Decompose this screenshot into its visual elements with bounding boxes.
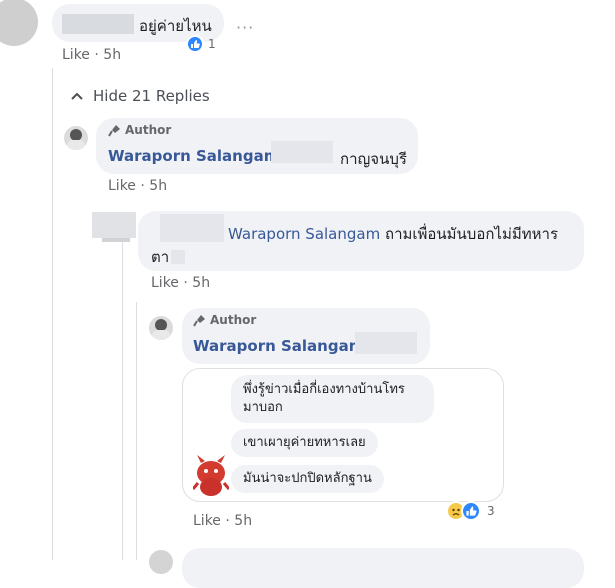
author-badge: Author <box>193 313 256 327</box>
blurred-tag <box>271 141 333 163</box>
chevron-up-icon <box>71 92 83 100</box>
blurred-text <box>171 250 186 264</box>
reply-bubble <box>182 548 584 588</box>
avatar[interactable] <box>149 316 173 340</box>
avatar[interactable] <box>64 126 88 150</box>
like-link[interactable]: Like <box>151 275 179 291</box>
reply-actions: Like · 5h <box>108 178 168 194</box>
sticker-character-icon <box>191 453 231 497</box>
blurred-avatar-area <box>92 212 136 238</box>
timestamp[interactable]: 5h <box>149 178 167 194</box>
blurred-name <box>62 14 134 34</box>
commenter-name[interactable]: Waraporn Salangam <box>108 147 279 165</box>
like-reaction-icon <box>461 501 481 521</box>
author-badge: Author <box>108 123 171 137</box>
reply-actions: Like · 5h <box>151 275 211 291</box>
more-options-icon[interactable]: ··· <box>236 18 254 37</box>
timestamp[interactable]: 5h <box>103 47 121 63</box>
reply-actions: Like · 5h <box>193 513 253 529</box>
like-reaction-icon <box>186 35 204 53</box>
thread-line-nested <box>122 212 123 560</box>
timestamp[interactable]: 5h <box>192 275 210 291</box>
comment-actions: Like · 5h <box>62 47 122 63</box>
commenter-name[interactable]: Waraporn Salangam <box>193 337 364 355</box>
reply-text-line2: ตา <box>151 245 186 269</box>
reply-text-line1: Waraporn Salangam ถามเพื่อนมันบอกไม่มีทห… <box>228 225 558 243</box>
reaction-badge[interactable]: 1 <box>186 35 216 53</box>
avatar[interactable] <box>0 0 38 46</box>
microphone-icon <box>108 124 120 137</box>
blurred-tag <box>355 332 417 354</box>
like-link[interactable]: Like <box>108 178 136 194</box>
like-link[interactable]: Like <box>62 47 90 63</box>
thread-line-nested-2 <box>136 302 137 560</box>
thread-line <box>52 68 53 560</box>
mention-name[interactable]: Waraporn Salangam <box>228 225 380 243</box>
avatar[interactable] <box>149 550 173 574</box>
chat-message: เขาเผายุค่ายทหารเลย <box>231 429 378 457</box>
chat-message: พึ่งรู้ข่าวเมื่อกี่เองทางบ้านโทร มาบอก <box>231 375 434 423</box>
embedded-chat-image[interactable]: พึ่งรู้ข่าวเมื่อกี่เองทางบ้านโทร มาบอก เ… <box>182 368 504 502</box>
reaction-badge[interactable]: 3 <box>446 501 495 521</box>
microphone-icon <box>193 314 205 327</box>
blurred-name <box>160 214 224 242</box>
timestamp[interactable]: 5h <box>234 513 252 529</box>
reply-text: กาญจนบุรี <box>340 150 407 168</box>
hide-replies-link[interactable]: Hide 21 Replies <box>70 87 210 105</box>
chat-message: มันน่าจะปกปิดหลักฐาน <box>231 465 384 493</box>
like-link[interactable]: Like <box>193 513 221 529</box>
